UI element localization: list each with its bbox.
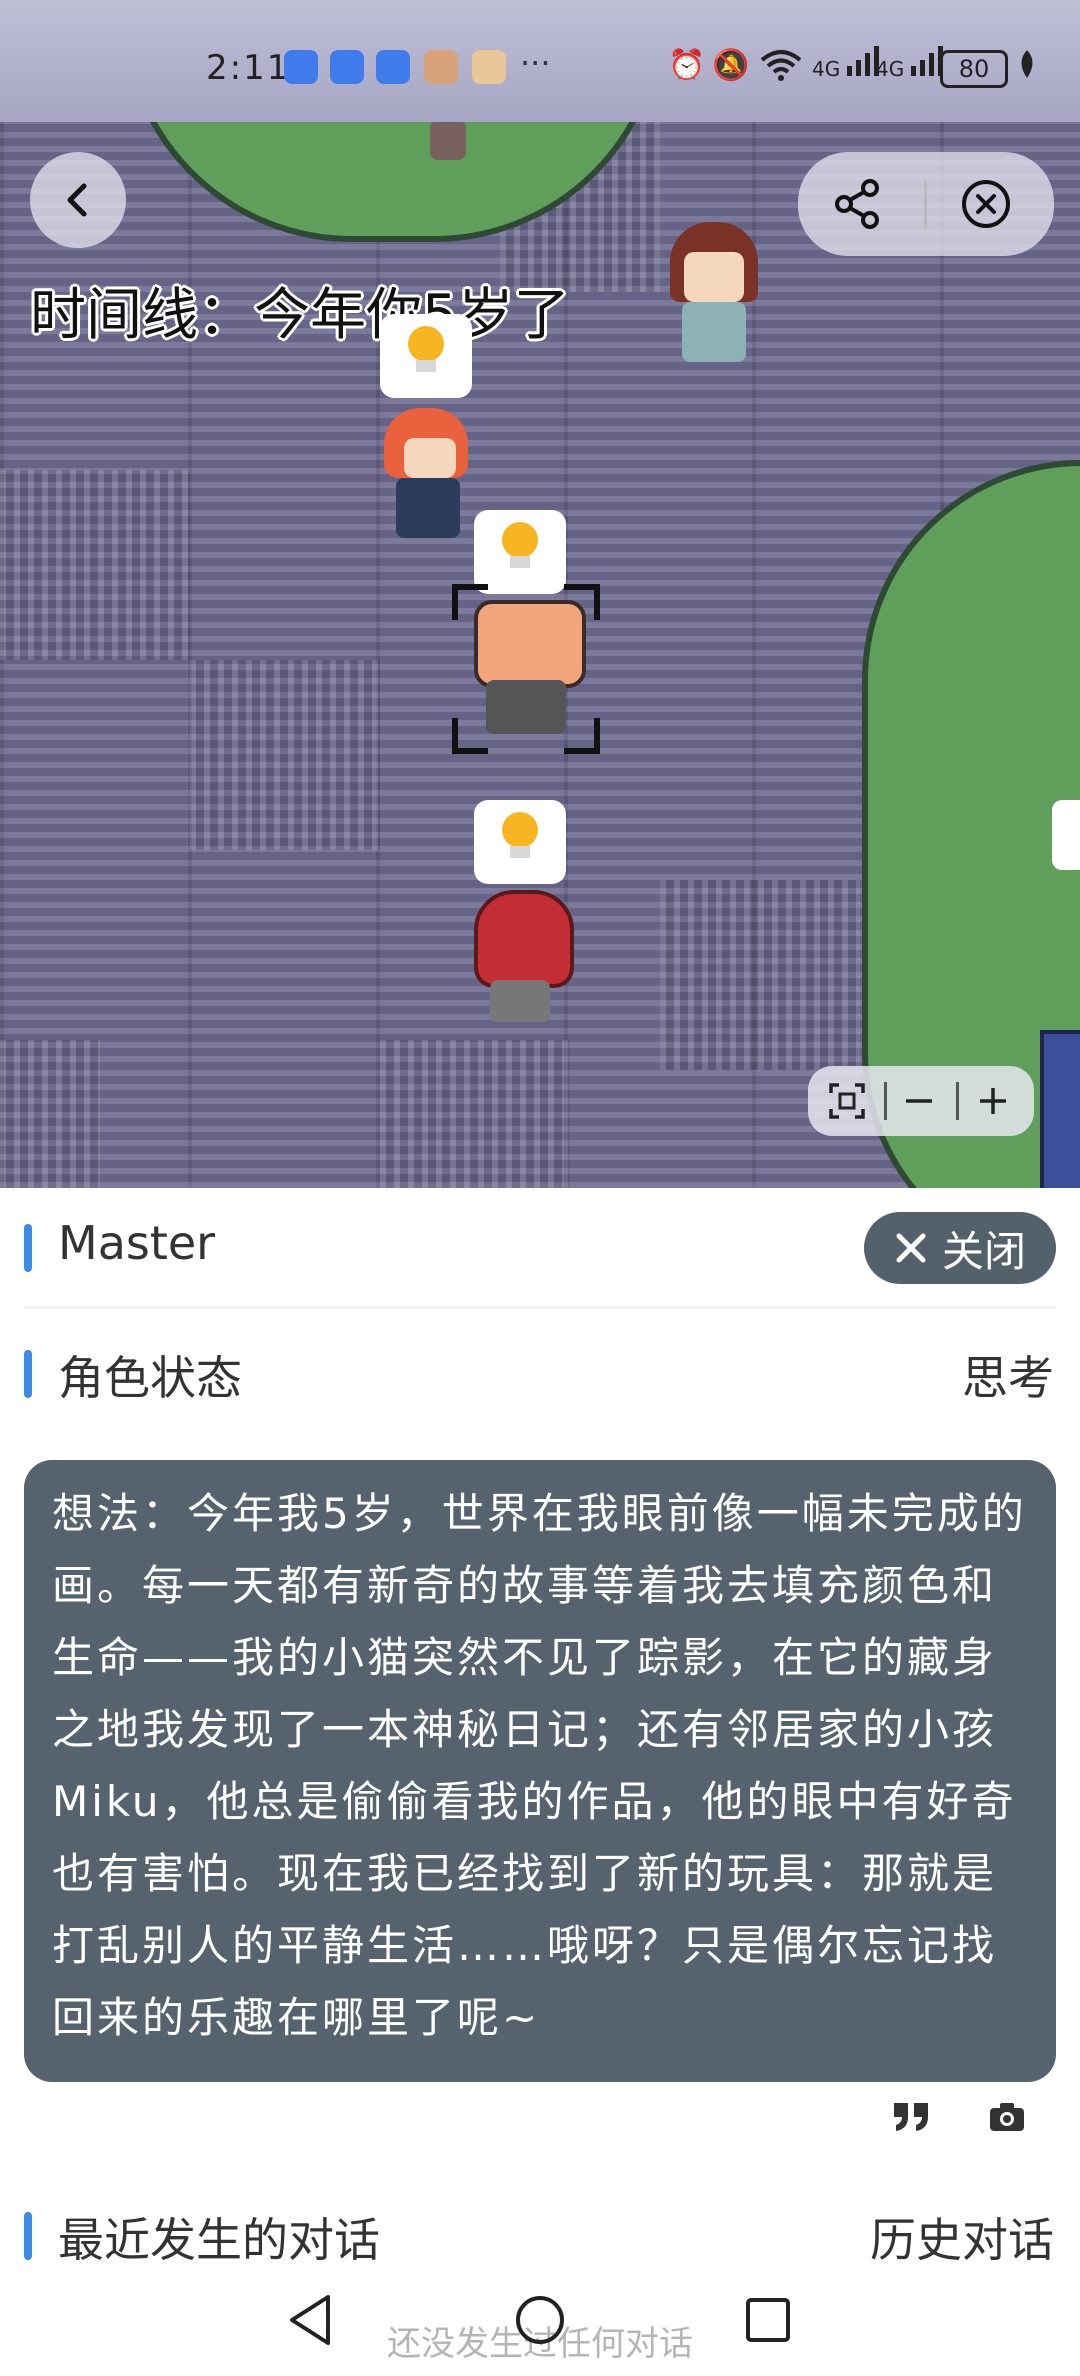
npc-brown-hair[interactable] [664,222,764,372]
pill-divider [924,180,927,228]
selection-corner [452,718,488,754]
floor-tile [660,880,860,1070]
close-circle-icon[interactable] [956,174,1016,234]
alarm-app-icon [284,50,318,84]
chevron-left-icon [30,152,126,248]
floor-tile [0,470,190,660]
selection-corner [564,718,600,754]
selected-character[interactable] [452,584,600,754]
close-button-label: 关闭 [941,1226,1026,1276]
close-button[interactable]: 关闭 [864,1212,1056,1284]
signal-icon: 4G [876,46,945,81]
alarm-app-icon [330,50,364,84]
npc-red-cap[interactable] [470,890,574,1030]
game-app-icon [424,50,458,84]
back-nav-icon[interactable] [280,2290,340,2350]
lightbulb-icon [408,326,444,362]
character-name: Master [58,1216,216,1270]
lightbulb-base [416,360,436,372]
signal-icon: 4G [812,46,881,81]
thought-bubble [474,800,566,884]
alarm-icon: ⏰ [668,48,706,83]
system-navigation-bar [0,2270,1080,2376]
leaf-icon [1016,48,1038,90]
home-nav-icon[interactable] [510,2290,570,2350]
npc-red-hair-girl[interactable] [378,402,478,542]
zoom-controls [808,1066,1034,1136]
quote-icon[interactable] [888,2094,934,2140]
zoom-divider [956,1082,959,1120]
thought-bubble [474,510,566,594]
back-button[interactable] [30,152,126,248]
mute-icon: 🔕 [712,48,750,83]
history-conversations-link[interactable]: 历史对话 [870,2204,1054,2270]
section-accent [24,2212,32,2260]
battery-indicator: 80 [940,50,1008,88]
game-app-icon [472,50,506,84]
lightbulb-icon [502,812,538,848]
status-value: 思考 [962,1351,1054,1405]
alarm-app-icon [376,50,410,84]
status-bar: 2:11 ··· ⏰ 🔕 4G 4G 80 [0,0,1080,122]
camera-icon[interactable] [984,2094,1030,2140]
status-section-title: 角色状态 [58,1351,242,1405]
floor-tile [0,1040,100,1188]
character-body [486,680,566,734]
status-time: 2:11 [206,48,291,88]
lightbulb-base [510,556,530,568]
map-object [1052,800,1080,870]
divider [24,1306,1056,1309]
fit-screen-icon[interactable] [822,1076,872,1126]
character-sprite [474,600,586,688]
thought-text: 想法：今年我5岁，世界在我眼前像一幅未完成的画。每一天都有新奇的故事等着我去填充… [24,1460,1056,2082]
recents-nav-icon[interactable] [738,2290,798,2350]
building-edge [1040,1030,1080,1188]
timeline-label: 时间线：今年你5岁了 [30,283,570,348]
character-info-panel: Master 关闭 角色状态 思考 想法：今年我5岁，世界在我眼前像一幅未完成的… [0,1188,1080,2376]
share-icon[interactable] [828,174,888,234]
lightbulb-base [510,846,530,858]
signal-label: 4G [876,57,905,81]
floor-tile [380,1040,570,1188]
zoom-divider [884,1082,887,1120]
wifi-icon [760,48,802,90]
section-accent [24,1224,32,1272]
top-action-pill [798,152,1054,256]
more-notifications-icon: ··· [520,44,551,82]
section-accent [24,1350,32,1398]
zoom-in-icon[interactable] [968,1076,1018,1126]
zoom-out-icon[interactable] [894,1076,944,1126]
signal-label: 4G [812,57,841,81]
thought-bubble [380,314,472,398]
recent-conversations-title: 最近发生的对话 [58,2213,380,2267]
game-map[interactable]: 2:11 ··· ⏰ 🔕 4G 4G 80 时间线：今年你5岁了 [0,0,1080,1188]
tree-trunk [430,120,466,160]
floor-tile [190,660,380,850]
close-icon [896,1233,926,1263]
lightbulb-icon [502,522,538,558]
